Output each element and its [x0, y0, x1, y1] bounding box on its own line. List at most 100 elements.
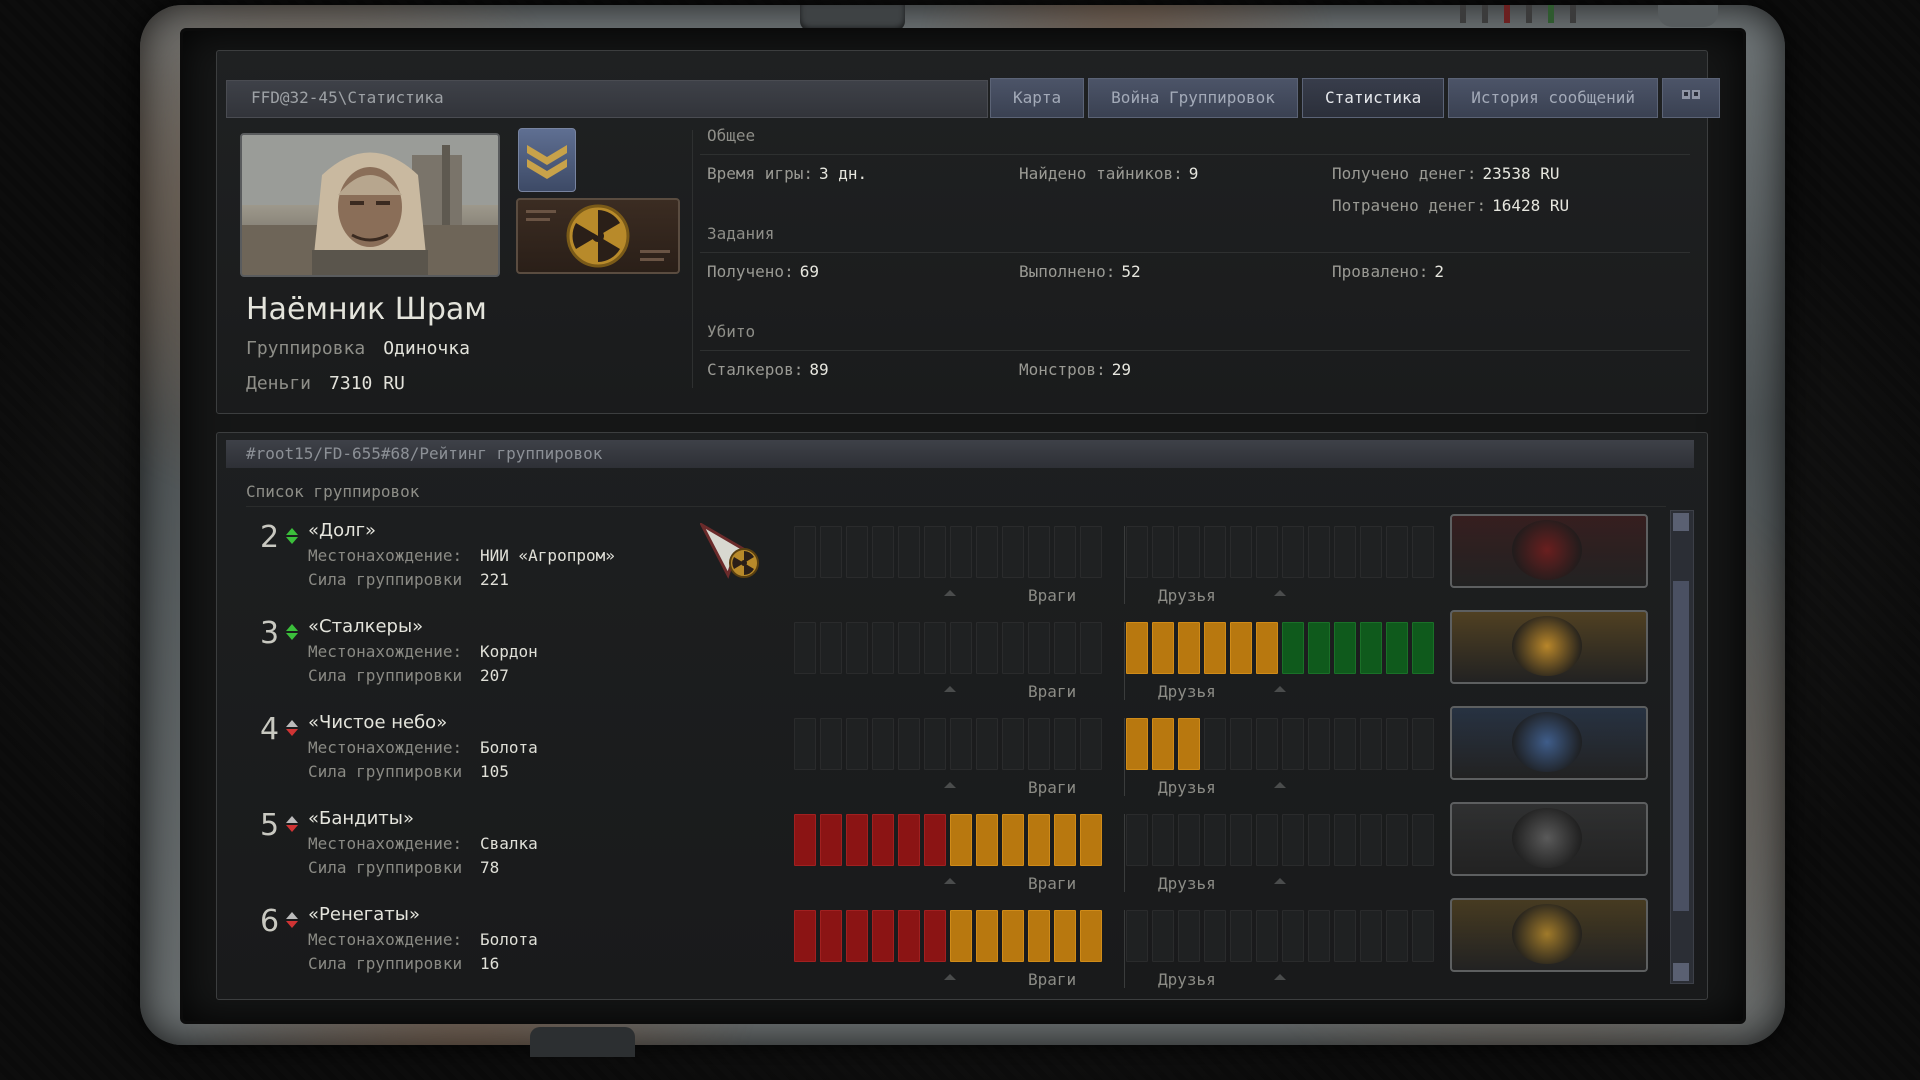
relation-cell: [1126, 622, 1148, 674]
faction-row[interactable]: 2 «Долг» Местонахождение: НИИ «Агропром» Сил…: [254, 514, 1654, 610]
faction-location: Болота: [480, 738, 538, 757]
relation-cell: [898, 622, 920, 674]
relation-cell: [1028, 814, 1050, 866]
relation-cell: [846, 526, 868, 578]
relation-cell: [846, 718, 868, 770]
friend-bar-group: [1126, 718, 1434, 774]
relation-bars: Враги Друзья: [794, 622, 1434, 701]
relation-cell: [1256, 718, 1278, 770]
relation-cell: [1308, 910, 1330, 962]
rank-trend-icon: [286, 720, 300, 740]
player-portrait: [240, 133, 500, 277]
rating-titlebar: #root15/FD-655#68/Рейтинг группировок: [226, 440, 1694, 468]
faction-location: Кордон: [480, 642, 538, 661]
relation-cell: [1308, 526, 1330, 578]
relation-cell: [976, 718, 998, 770]
contacts-icon: [1682, 90, 1701, 99]
relation-cell: [976, 526, 998, 578]
relation-cell: [1080, 718, 1102, 770]
relation-cell: [1028, 910, 1050, 962]
relation-cell: [1028, 526, 1050, 578]
relation-cell: [1256, 526, 1278, 578]
relation-cell: [794, 718, 816, 770]
enemy-bar-group: [794, 526, 1102, 582]
relation-bars: Враги Друзья: [794, 526, 1434, 605]
enemies-label: Враги: [1028, 682, 1077, 701]
relation-cell: [1230, 910, 1252, 962]
player-name: Наёмник Шрам: [246, 292, 487, 327]
relation-cell: [1152, 718, 1174, 770]
tab-statistics[interactable]: Статистика: [1301, 78, 1445, 118]
relation-cell: [1152, 814, 1174, 866]
frame-bottom-clip: [530, 1027, 635, 1057]
faction-row[interactable]: 3 «Сталкеры» Местонахождение: Кордон Сила гр…: [254, 610, 1654, 706]
relation-cell: [1204, 814, 1226, 866]
tab-faction-war[interactable]: Война Группировок: [1088, 78, 1298, 118]
relation-cell: [1230, 718, 1252, 770]
relation-cell: [846, 910, 868, 962]
faction-location-row: Местонахождение: Кордон: [308, 642, 538, 661]
relation-cell: [794, 622, 816, 674]
relation-cell: [794, 910, 816, 962]
faction-row[interactable]: 5 «Бандиты» Местонахождение: Свалка Сила гру…: [254, 802, 1654, 898]
relation-cell: [924, 718, 946, 770]
relation-cell: [1256, 910, 1278, 962]
relation-cell: [1360, 526, 1382, 578]
relation-cell: [1204, 526, 1226, 578]
faction-row[interactable]: 4 «Чистое небо» Местонахождение: Болота Сила…: [254, 706, 1654, 802]
faction-strength: 207: [480, 666, 509, 685]
tab-map[interactable]: Карта: [990, 78, 1085, 118]
friends-label: Друзья: [1158, 874, 1216, 893]
relation-cell: [1152, 526, 1174, 578]
relation-cell: [1386, 814, 1408, 866]
relation-cell: [976, 814, 998, 866]
relation-cell: [1360, 718, 1382, 770]
relation-cell: [1080, 622, 1102, 674]
relation-cell: [1002, 718, 1024, 770]
tab-message-history[interactable]: История сообщений: [1448, 78, 1659, 118]
faction-list-scrollbar[interactable]: [1670, 510, 1694, 984]
friend-bar-group: [1126, 622, 1434, 678]
relation-cell: [1282, 622, 1304, 674]
relation-cell: [1412, 718, 1434, 770]
relation-cell: [1256, 814, 1278, 866]
faction-row[interactable]: 6 «Ренегаты» Местонахождение: Болота Сила гр…: [254, 898, 1654, 994]
relation-cell: [950, 718, 972, 770]
scroll-down-button[interactable]: [1673, 963, 1689, 981]
tasks-failed-stat: Провалено: 2: [1332, 262, 1444, 281]
relation-cell: [976, 910, 998, 962]
faction-location: НИИ «Агропром»: [480, 546, 615, 565]
rating-path: #root15/FD-655#68/Рейтинг группировок: [246, 444, 603, 463]
relation-cell: [1360, 910, 1382, 962]
play-time-stat: Время игры: 3 дн.: [707, 164, 868, 183]
faction-rank: 4: [260, 712, 280, 747]
general-heading: Общее: [707, 126, 756, 145]
relation-cell: [898, 814, 920, 866]
relation-cell: [872, 814, 894, 866]
money-spent-stat: Потрачено денег: 16428 RU: [1332, 196, 1570, 215]
frame-power-knob[interactable]: [1658, 5, 1718, 27]
frame-indicator-lights: [1460, 5, 1600, 25]
tab-contacts[interactable]: [1662, 78, 1721, 118]
faction-location: Болота: [480, 930, 538, 949]
relation-cell: [1178, 718, 1200, 770]
relation-cell: [1178, 910, 1200, 962]
scroll-up-button[interactable]: [1673, 513, 1689, 531]
relation-cell: [1204, 718, 1226, 770]
scroll-thumb[interactable]: [1673, 581, 1689, 911]
relation-cell: [950, 814, 972, 866]
tasks-received-stat: Получено: 69: [707, 262, 819, 281]
relation-cell: [1412, 526, 1434, 578]
relation-cell: [924, 526, 946, 578]
faction-name: «Ренегаты»: [308, 904, 420, 925]
relation-cell: [1412, 814, 1434, 866]
relation-bars: Враги Друзья: [794, 814, 1434, 893]
monsters-killed-stat: Монстров: 29: [1019, 360, 1131, 379]
tasks-heading: Задания: [707, 224, 775, 243]
relation-cell: [1282, 526, 1304, 578]
faction-strength: 105: [480, 762, 509, 781]
relation-cell: [1308, 622, 1330, 674]
faction-location: Свалка: [480, 834, 538, 853]
enemy-bar-group: [794, 622, 1102, 678]
relation-cell: [1080, 910, 1102, 962]
